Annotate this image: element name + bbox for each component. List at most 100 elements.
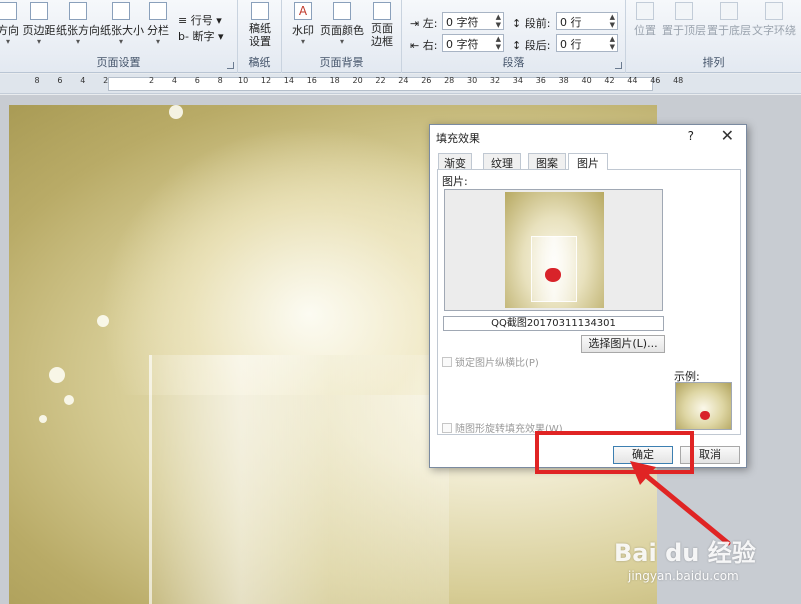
spacing-after-input[interactable]: 0 行 ▲ ▼ [556, 34, 618, 52]
paper-size-icon [112, 2, 130, 20]
chevron-down-icon: ▾ [5, 37, 10, 46]
columns-icon [149, 2, 167, 20]
paragraph-launcher-icon[interactable] [615, 62, 622, 69]
strawberry-image [545, 268, 561, 282]
chevron-down-icon: ▾ [75, 37, 80, 46]
picture-preview [444, 189, 663, 311]
page-borders-icon [373, 2, 391, 20]
tab-gradient[interactable]: 渐变 [438, 153, 472, 170]
ruler-tick-label: 14 [283, 76, 294, 85]
arrange-group-label: 排列 [702, 56, 725, 69]
spacing-before-input[interactable]: 0 行 ▲ ▼ [556, 12, 618, 30]
page-orientation-button[interactable]: 纸张方向 ▾ [56, 2, 100, 46]
ruler-tick-label: 42 [604, 76, 615, 85]
indent-left-icon: ⇥ [410, 17, 423, 30]
spinner-arrows-icon[interactable]: ▲ ▼ [496, 13, 501, 29]
picture-label: 图片: [442, 175, 468, 188]
spinner-arrows-icon[interactable]: ▲ ▼ [496, 35, 501, 51]
help-icon[interactable]: ? [688, 129, 694, 143]
margins-button[interactable]: 页边距 ▾ [22, 2, 56, 46]
spacing-after-label: ↕ 段后: [512, 39, 551, 52]
ruler-tick-label: 6 [194, 76, 200, 85]
hyphenation-button[interactable]: b- 断字 ▾ [178, 28, 223, 44]
page-setup-launcher-icon[interactable] [227, 62, 234, 69]
ruler-tick-label: 34 [512, 76, 523, 85]
page-setup-group-label: 页面设置 [96, 56, 141, 69]
chevron-down-icon: ▾ [339, 37, 344, 46]
orientation-partial-button[interactable]: 方向 ▾ [0, 2, 20, 46]
tab-pattern[interactable]: 图案 [528, 153, 566, 170]
position-icon [636, 2, 654, 20]
spinner-arrows-icon[interactable]: ▲ ▼ [610, 13, 615, 29]
bring-to-front-button[interactable]: 置于顶层 [662, 2, 706, 38]
manuscript-icon [251, 2, 269, 20]
ruler-tick-label: 2 [148, 76, 155, 85]
water-drop [169, 105, 183, 119]
page-orientation-icon [69, 2, 87, 20]
ruler-tick-label: 12 [260, 76, 272, 85]
chevron-down-icon: ▾ [36, 37, 41, 46]
ruler-tick-label: 44 [627, 76, 638, 85]
manuscript-settings-button[interactable]: 稿纸设置 [246, 2, 274, 48]
page-borders-button[interactable]: 页面边框 [368, 2, 396, 48]
ruler-tick-label: 32 [489, 76, 501, 85]
water-drop [39, 415, 47, 423]
select-picture-button[interactable]: 选择图片(L)... [581, 335, 665, 353]
text-wrapping-button[interactable]: 文字环绕 [752, 2, 796, 38]
columns-button[interactable]: 分栏 ▾ [145, 2, 171, 46]
spacing-after-icon: ↕ [512, 39, 525, 52]
ruler-tick-label: 30 [467, 76, 478, 85]
margins-icon [30, 2, 48, 20]
orientation-icon [0, 2, 17, 20]
bring-to-front-icon [675, 2, 693, 20]
manuscript-group-label: 稿纸 [248, 56, 271, 69]
send-to-back-icon [720, 2, 738, 20]
ruler-tick-label: 16 [306, 76, 317, 85]
tab-texture[interactable]: 纹理 [483, 153, 521, 170]
baidu-watermark-logo: Bai du 经验 [614, 539, 756, 567]
arrange-group: 位置 置于顶层 置于底层 文字环绕 排列 [626, 0, 801, 73]
ruler-tick-label: 22 [375, 76, 386, 85]
position-button[interactable]: 位置 [632, 2, 658, 38]
indent-right-label: ⇤ 右: [410, 39, 438, 52]
page-background-group-label: 页面背景 [319, 56, 364, 69]
paper-size-button[interactable]: 纸张大小 ▾ [100, 2, 144, 46]
ruler-tick-label: 36 [535, 76, 546, 85]
send-to-back-button[interactable]: 置于底层 [707, 2, 751, 38]
close-icon[interactable]: ✕ [721, 126, 734, 145]
glass-image [149, 355, 449, 604]
ruler-tick-label: 48 [673, 76, 684, 85]
indent-right-input[interactable]: 0 字符 ▲ ▼ [442, 34, 504, 52]
indent-right-icon: ⇤ [410, 39, 423, 52]
watermark-url: jingyan.baidu.com [628, 569, 739, 583]
preview-image [505, 192, 604, 308]
page-setup-group: 方向 ▾ 页边距 ▾ 纸张方向 ▾ 纸张大小 ▾ 分栏 ▾ ≡ 行号 ▾ b- … [0, 0, 238, 73]
hyphenation-icon: b- [178, 30, 193, 43]
tab-picture[interactable]: 图片 [568, 153, 608, 170]
ruler-tick-label: 4 [171, 76, 177, 85]
ruler-tick-label: 24 [398, 76, 409, 85]
sample-strawberry [700, 411, 710, 420]
ruler-tick-label: 2 [103, 76, 109, 85]
checkbox-box [442, 423, 452, 433]
indent-left-input[interactable]: 0 字符 ▲ ▼ [442, 12, 504, 30]
spinner-arrows-icon[interactable]: ▲ ▼ [610, 35, 615, 51]
watermark-icon: A [294, 2, 312, 20]
ruler-tick-label: 8 [217, 76, 223, 85]
checkbox-box [442, 357, 452, 367]
line-numbers-button[interactable]: ≡ 行号 ▾ [178, 12, 222, 28]
watermark-button[interactable]: A 水印 ▾ [289, 2, 317, 46]
ruler-tick-label: 18 [329, 76, 340, 85]
chevron-down-icon: ▾ [118, 37, 123, 46]
ruler-tick-label: 40 [581, 76, 592, 85]
page-color-button[interactable]: 页面颜色 ▾ [320, 2, 364, 46]
indent-left-label: ⇥ 左: [410, 17, 438, 30]
ruler-tick-label: 6 [57, 76, 63, 85]
ruler-tick-label: 46 [650, 76, 661, 85]
text-wrapping-icon [765, 2, 783, 20]
lock-aspect-checkbox[interactable]: 锁定图片纵横比(P) [442, 354, 539, 369]
chevron-down-icon: ▾ [155, 37, 160, 46]
fill-effects-dialog: 填充效果 ? ✕ 渐变 纹理 图案 图片 图片: QQ截图20170311134… [429, 124, 747, 468]
chevron-down-icon: ▾ [300, 37, 305, 46]
spacing-before-icon: ↕ [512, 17, 525, 30]
